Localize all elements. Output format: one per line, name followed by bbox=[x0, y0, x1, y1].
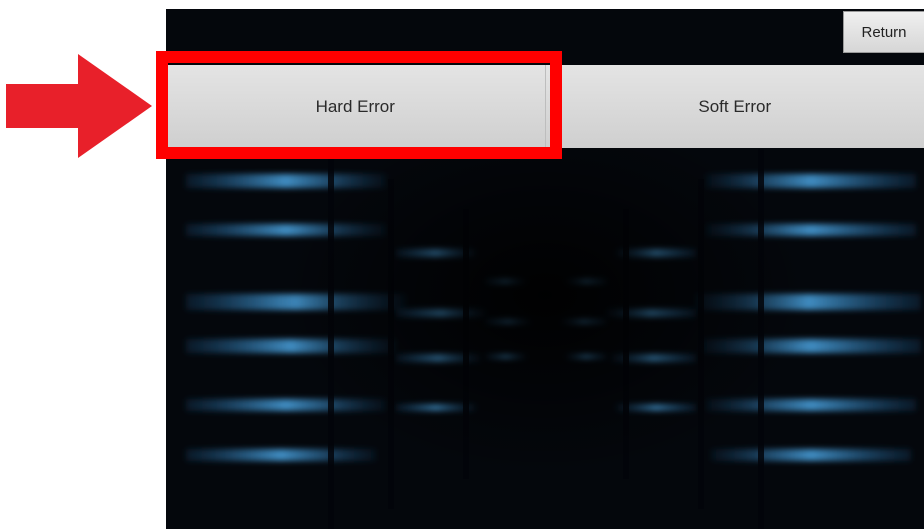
return-button[interactable]: Return bbox=[843, 11, 924, 53]
stage: Return Hard Error Soft Error bbox=[0, 0, 924, 529]
error-type-tab-bar: Hard Error Soft Error bbox=[166, 65, 924, 148]
hard-error-tab[interactable]: Hard Error bbox=[166, 65, 546, 148]
device-screen: Return Hard Error Soft Error bbox=[166, 9, 924, 529]
soft-error-tab[interactable]: Soft Error bbox=[545, 65, 924, 148]
pointer-arrow-icon bbox=[6, 54, 152, 158]
